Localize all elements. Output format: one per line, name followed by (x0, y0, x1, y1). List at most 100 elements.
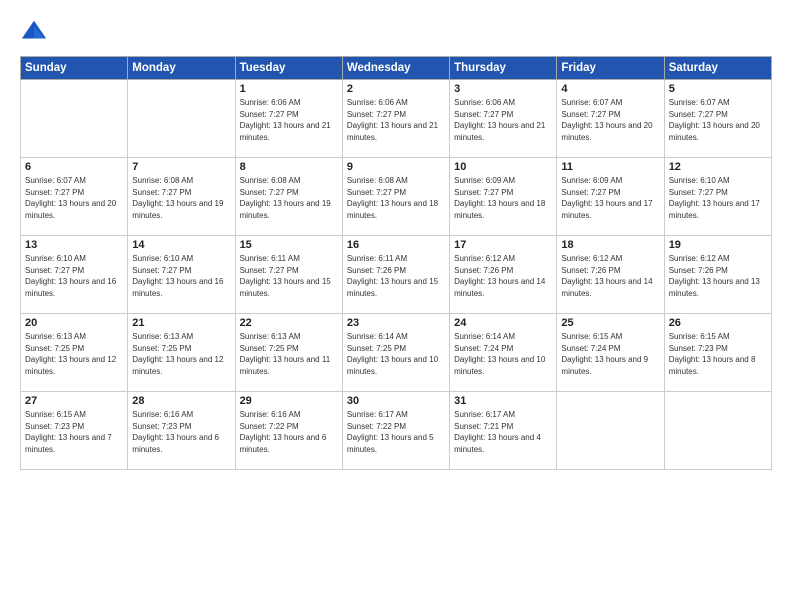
day-info: Sunrise: 6:16 AM Sunset: 7:22 PM Dayligh… (240, 409, 338, 455)
calendar-cell: 27 Sunrise: 6:15 AM Sunset: 7:23 PM Dayli… (21, 392, 128, 470)
day-number: 9 (347, 161, 445, 173)
calendar-cell (557, 392, 664, 470)
day-info: Sunrise: 6:07 AM Sunset: 7:27 PM Dayligh… (669, 97, 767, 143)
week-row-2: 13 Sunrise: 6:10 AM Sunset: 7:27 PM Dayli… (21, 236, 772, 314)
day-info: Sunrise: 6:13 AM Sunset: 7:25 PM Dayligh… (240, 331, 338, 377)
calendar-cell: 8 Sunrise: 6:08 AM Sunset: 7:27 PM Daylig… (235, 158, 342, 236)
calendar-cell: 29 Sunrise: 6:16 AM Sunset: 7:22 PM Dayli… (235, 392, 342, 470)
day-number: 6 (25, 161, 123, 173)
day-number: 17 (454, 239, 552, 251)
calendar-cell: 7Sunrise: 6:08 AM Sunset: 7:27 PM Daylig… (128, 158, 235, 236)
calendar-cell: 20 Sunrise: 6:13 AM Sunset: 7:25 PM Dayli… (21, 314, 128, 392)
day-info: Sunrise: 6:08 AM Sunset: 7:27 PM Dayligh… (240, 175, 338, 221)
day-number: 15 (240, 239, 338, 251)
header-cell-thursday: Thursday (450, 57, 557, 80)
page-header (20, 18, 772, 46)
day-number: 26 (669, 317, 767, 329)
day-number: 12 (669, 161, 767, 173)
day-number: 11 (561, 161, 659, 173)
day-info: Sunrise: 6:10 AM Sunset: 7:27 PM Dayligh… (669, 175, 767, 221)
day-info: Sunrise: 6:12 AM Sunset: 7:26 PM Dayligh… (561, 253, 659, 299)
calendar-cell: 1Sunrise: 6:06 AM Sunset: 7:27 PM Daylig… (235, 80, 342, 158)
day-number: 16 (347, 239, 445, 251)
calendar-cell: 11 Sunrise: 6:09 AM Sunset: 7:27 PM Dayli… (557, 158, 664, 236)
day-info: Sunrise: 6:15 AM Sunset: 7:23 PM Dayligh… (25, 409, 123, 455)
day-number: 5 (669, 83, 767, 95)
day-info: Sunrise: 6:11 AM Sunset: 7:26 PM Dayligh… (347, 253, 445, 299)
day-number: 19 (669, 239, 767, 251)
day-info: Sunrise: 6:14 AM Sunset: 7:25 PM Dayligh… (347, 331, 445, 377)
calendar-cell: 12 Sunrise: 6:10 AM Sunset: 7:27 PM Dayli… (664, 158, 771, 236)
day-info: Sunrise: 6:14 AM Sunset: 7:24 PM Dayligh… (454, 331, 552, 377)
day-number: 7 (132, 161, 230, 173)
calendar-cell: 30 Sunrise: 6:17 AM Sunset: 7:22 PM Dayli… (342, 392, 449, 470)
day-number: 31 (454, 395, 552, 407)
calendar-cell: 16 Sunrise: 6:11 AM Sunset: 7:26 PM Dayli… (342, 236, 449, 314)
day-number: 14 (132, 239, 230, 251)
day-number: 22 (240, 317, 338, 329)
day-number: 25 (561, 317, 659, 329)
calendar-cell: 13 Sunrise: 6:10 AM Sunset: 7:27 PM Dayli… (21, 236, 128, 314)
day-number: 21 (132, 317, 230, 329)
calendar-cell: 15 Sunrise: 6:11 AM Sunset: 7:27 PM Dayli… (235, 236, 342, 314)
day-info: Sunrise: 6:07 AM Sunset: 7:27 PM Dayligh… (561, 97, 659, 143)
calendar-cell: 2 Sunrise: 6:06 AM Sunset: 7:27 PM Daylig… (342, 80, 449, 158)
calendar-cell: 28Sunrise: 6:16 AM Sunset: 7:23 PM Dayli… (128, 392, 235, 470)
day-info: Sunrise: 6:13 AM Sunset: 7:25 PM Dayligh… (25, 331, 123, 377)
header-cell-friday: Friday (557, 57, 664, 80)
day-info: Sunrise: 6:15 AM Sunset: 7:24 PM Dayligh… (561, 331, 659, 377)
day-number: 30 (347, 395, 445, 407)
calendar-cell (664, 392, 771, 470)
day-number: 4 (561, 83, 659, 95)
day-info: Sunrise: 6:12 AM Sunset: 7:26 PM Dayligh… (454, 253, 552, 299)
calendar-cell: 26 Sunrise: 6:15 AM Sunset: 7:23 PM Dayli… (664, 314, 771, 392)
day-number: 18 (561, 239, 659, 251)
calendar-cell: 5 Sunrise: 6:07 AM Sunset: 7:27 PM Daylig… (664, 80, 771, 158)
calendar-cell: 10 Sunrise: 6:09 AM Sunset: 7:27 PM Dayli… (450, 158, 557, 236)
day-info: Sunrise: 6:17 AM Sunset: 7:22 PM Dayligh… (347, 409, 445, 455)
day-info: Sunrise: 6:06 AM Sunset: 7:27 PM Dayligh… (347, 97, 445, 143)
calendar-cell: 23 Sunrise: 6:14 AM Sunset: 7:25 PM Dayli… (342, 314, 449, 392)
day-info: Sunrise: 6:06 AM Sunset: 7:27 PM Dayligh… (454, 97, 552, 143)
day-number: 10 (454, 161, 552, 173)
header-row: SundayMondayTuesdayWednesdayThursdayFrid… (21, 57, 772, 80)
calendar-cell: 21Sunrise: 6:13 AM Sunset: 7:25 PM Dayli… (128, 314, 235, 392)
day-info: Sunrise: 6:07 AM Sunset: 7:27 PM Dayligh… (25, 175, 123, 221)
day-info: Sunrise: 6:09 AM Sunset: 7:27 PM Dayligh… (561, 175, 659, 221)
day-info: Sunrise: 6:08 AM Sunset: 7:27 PM Dayligh… (347, 175, 445, 221)
day-info: Sunrise: 6:11 AM Sunset: 7:27 PM Dayligh… (240, 253, 338, 299)
day-info: Sunrise: 6:10 AM Sunset: 7:27 PM Dayligh… (132, 253, 230, 299)
logo (20, 18, 52, 46)
day-info: Sunrise: 6:12 AM Sunset: 7:26 PM Dayligh… (669, 253, 767, 299)
week-row-0: 1 Sunrise: 6:06 AM Sunset: 7:27 PM Daylig… (21, 80, 772, 158)
day-number: 29 (240, 395, 338, 407)
day-info: Sunrise: 6:15 AM Sunset: 7:23 PM Dayligh… (669, 331, 767, 377)
day-info: Sunrise: 6:09 AM Sunset: 7:27 PM Dayligh… (454, 175, 552, 221)
day-info: Sunrise: 6:10 AM Sunset: 7:27 PM Dayligh… (25, 253, 123, 299)
day-number: 23 (347, 317, 445, 329)
header-cell-tuesday: Tuesday (235, 57, 342, 80)
day-number: 3 (454, 83, 552, 95)
calendar-cell: 3 Sunrise: 6:06 AM Sunset: 7:27 PM Daylig… (450, 80, 557, 158)
day-number: 24 (454, 317, 552, 329)
week-row-4: 27 Sunrise: 6:15 AM Sunset: 7:23 PM Dayli… (21, 392, 772, 470)
day-number: 1 (240, 83, 338, 95)
day-info: Sunrise: 6:16 AM Sunset: 7:23 PM Dayligh… (132, 409, 230, 455)
calendar-cell: 14 Sunrise: 6:10 AM Sunset: 7:27 PM Dayli… (128, 236, 235, 314)
day-number: 27 (25, 395, 123, 407)
day-number: 13 (25, 239, 123, 251)
calendar-cell: 25 Sunrise: 6:15 AM Sunset: 7:24 PM Dayli… (557, 314, 664, 392)
day-number: 20 (25, 317, 123, 329)
week-row-3: 20 Sunrise: 6:13 AM Sunset: 7:25 PM Dayli… (21, 314, 772, 392)
logo-icon (20, 18, 48, 46)
day-number: 2 (347, 83, 445, 95)
calendar-cell: 6 Sunrise: 6:07 AM Sunset: 7:27 PM Daylig… (21, 158, 128, 236)
calendar-cell (21, 80, 128, 158)
calendar-cell: 9 Sunrise: 6:08 AM Sunset: 7:27 PM Daylig… (342, 158, 449, 236)
calendar-cell: 24 Sunrise: 6:14 AM Sunset: 7:24 PM Dayli… (450, 314, 557, 392)
calendar-cell: 18 Sunrise: 6:12 AM Sunset: 7:26 PM Dayli… (557, 236, 664, 314)
header-cell-sunday: Sunday (21, 57, 128, 80)
day-number: 8 (240, 161, 338, 173)
week-row-1: 6 Sunrise: 6:07 AM Sunset: 7:27 PM Daylig… (21, 158, 772, 236)
header-cell-saturday: Saturday (664, 57, 771, 80)
